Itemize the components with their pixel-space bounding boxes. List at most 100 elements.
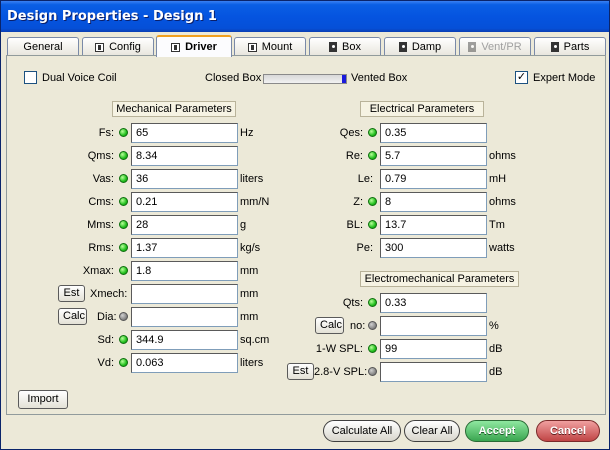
- est-2-8v-spl-button[interactable]: Est: [287, 363, 314, 380]
- unit-label: mm: [240, 311, 259, 323]
- tab-label: General: [23, 41, 63, 53]
- status-led: [368, 321, 377, 330]
- box-type-slider[interactable]: [263, 74, 347, 84]
- slider-thumb[interactable]: [342, 75, 346, 83]
- param-label: no:: [350, 320, 366, 332]
- status-led: [119, 266, 128, 275]
- calculate-all-button[interactable]: Calculate All: [323, 420, 401, 442]
- vd-input[interactable]: 0.063: [131, 353, 238, 373]
- tab-label: Config: [109, 41, 141, 53]
- unit-label: liters: [240, 357, 264, 369]
- expert-mode-checkbox[interactable]: ✓: [515, 71, 528, 84]
- clear-all-button[interactable]: Clear All: [404, 420, 460, 442]
- no-input[interactable]: [380, 316, 487, 336]
- param-label: Rms:: [88, 242, 114, 254]
- vented-box-label: Vented Box: [351, 72, 408, 84]
- tab-label: Vent/PR: [481, 41, 522, 53]
- status-led: [119, 335, 128, 344]
- dual-voice-coil-label: Dual Voice Coil: [42, 72, 117, 84]
- unit-label: dB: [489, 343, 503, 355]
- tab-vent-pr: Vent/PR: [459, 37, 531, 56]
- box-icon: [329, 42, 338, 52]
- dia-input[interactable]: [131, 307, 238, 327]
- param-label: Qms:: [87, 150, 114, 162]
- param-label: Cms:: [88, 196, 114, 208]
- mechanical-parameters-header: Mechanical Parameters: [112, 101, 236, 117]
- mms-input[interactable]: 28: [131, 215, 238, 235]
- unit-label: mm/N: [240, 196, 270, 208]
- est-xmech-button[interactable]: Est: [58, 285, 85, 302]
- re-input[interactable]: 5.7: [380, 146, 487, 166]
- xmax-input[interactable]: 1.8: [131, 261, 238, 281]
- box-icon: [398, 42, 407, 52]
- unit-label: kg/s: [240, 242, 261, 254]
- qes-input[interactable]: 0.35: [380, 123, 487, 143]
- rms-input[interactable]: 1.37: [131, 238, 238, 258]
- param-label: Re:: [345, 150, 363, 162]
- cms-input[interactable]: 0.21: [131, 192, 238, 212]
- calc-no-button[interactable]: Calc: [315, 317, 344, 334]
- z-input[interactable]: 8: [380, 192, 487, 212]
- unit-label: ohms: [489, 196, 516, 208]
- accept-button[interactable]: Accept: [465, 420, 529, 442]
- checkmark-icon: ✓: [516, 71, 527, 83]
- status-led: [368, 367, 377, 376]
- status-led: [368, 220, 377, 229]
- tab-general[interactable]: General: [7, 37, 79, 56]
- param-label: Z:: [353, 196, 363, 208]
- le-input[interactable]: 0.79: [380, 169, 487, 189]
- xmech-input[interactable]: [131, 284, 238, 304]
- unit-label: g: [240, 219, 247, 231]
- status-led: [119, 243, 128, 252]
- electrical-parameters-header: Electrical Parameters: [360, 101, 484, 117]
- window-title: Design Properties - Design 1: [1, 1, 609, 32]
- tab-label: Driver: [185, 41, 217, 53]
- import-button[interactable]: Import: [18, 390, 68, 409]
- status-led: [119, 197, 128, 206]
- expert-mode-label: Expert Mode: [533, 72, 596, 84]
- sd-input[interactable]: 344.9: [131, 330, 238, 350]
- speaker-icon: [247, 42, 257, 52]
- param-label: BL:: [346, 219, 363, 231]
- tab-damp[interactable]: Damp: [384, 37, 456, 56]
- unit-label: watts: [489, 242, 515, 254]
- unit-label: Tm: [489, 219, 505, 231]
- box-icon: [550, 42, 559, 52]
- tab-box[interactable]: Box: [309, 37, 381, 56]
- param-label: Xmech:: [90, 288, 128, 300]
- status-led: [368, 344, 377, 353]
- unit-label: mm: [240, 265, 259, 277]
- 1w-spl-input[interactable]: 99: [380, 339, 487, 359]
- status-led: [119, 151, 128, 160]
- status-led: [119, 358, 128, 367]
- bl-input[interactable]: 13.7: [380, 215, 487, 235]
- param-label: Mms:: [87, 219, 114, 231]
- status-led: [368, 197, 377, 206]
- param-label: Le:: [357, 173, 373, 185]
- status-led: [368, 298, 377, 307]
- driver-panel: Dual Voice Coil Closed Box Vented Box ✓ …: [6, 55, 606, 415]
- vas-input[interactable]: 36: [131, 169, 238, 189]
- fs-input[interactable]: 65: [131, 123, 238, 143]
- 2-8v-spl-input[interactable]: [380, 362, 487, 382]
- unit-label: ohms: [489, 150, 516, 162]
- dual-voice-coil-checkbox[interactable]: [24, 71, 37, 84]
- tab-label: Box: [342, 41, 361, 53]
- cancel-button[interactable]: Cancel: [536, 420, 600, 442]
- design-properties-window: Design Properties - Design 1 General Con…: [0, 0, 610, 450]
- qts-input[interactable]: 0.33: [380, 293, 487, 313]
- unit-label: %: [489, 320, 499, 332]
- tab-mount[interactable]: Mount: [234, 37, 306, 56]
- calc-dia-button[interactable]: Calc: [58, 308, 87, 325]
- tab-driver[interactable]: Driver: [156, 35, 232, 57]
- pe-input[interactable]: 300: [380, 238, 487, 258]
- status-led: [119, 220, 128, 229]
- speaker-icon: [95, 42, 105, 52]
- tab-parts[interactable]: Parts: [534, 37, 606, 56]
- tab-config[interactable]: Config: [82, 37, 154, 56]
- unit-label: Hz: [240, 127, 254, 139]
- param-label: Vas:: [92, 173, 114, 185]
- unit-label: liters: [240, 173, 264, 185]
- speaker-icon: [171, 42, 181, 52]
- qms-input[interactable]: 8.34: [131, 146, 238, 166]
